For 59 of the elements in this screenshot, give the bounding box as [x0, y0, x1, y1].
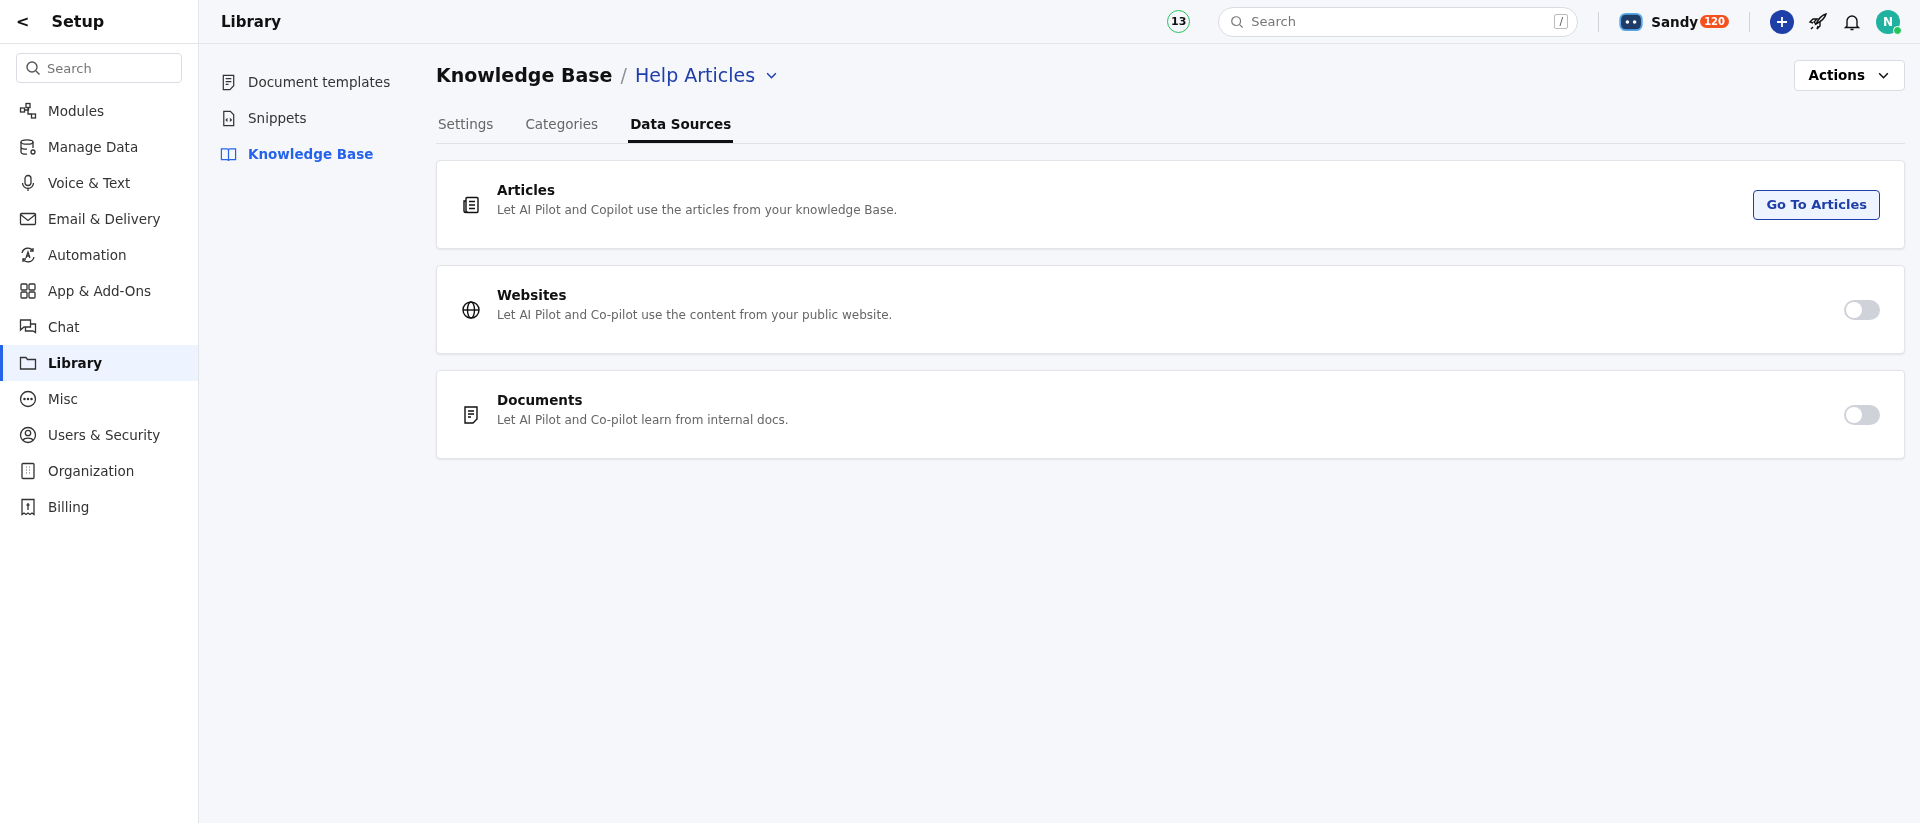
sidebar-item[interactable]: Modules: [0, 93, 198, 129]
code-file-icon: [220, 109, 237, 127]
breadcrumb-separator: /: [620, 64, 627, 86]
tab[interactable]: Data Sources: [628, 110, 734, 143]
envelope-icon: [19, 210, 37, 228]
page-title: Library: [221, 12, 282, 31]
toggle-switch[interactable]: [1844, 299, 1880, 320]
sidebar-title: Setup: [51, 12, 105, 31]
newspaper-icon: [461, 194, 481, 215]
subnav-item[interactable]: Document templates: [220, 64, 436, 100]
chat-bubbles-icon: [19, 318, 37, 336]
add-icon[interactable]: [1770, 9, 1794, 34]
cycle-icon: [19, 246, 37, 264]
building-icon: [19, 462, 37, 480]
robot-icon: [1619, 12, 1644, 31]
microphone-icon: [19, 174, 37, 192]
back-button[interactable]: <: [16, 12, 30, 31]
card-title: Documents: [497, 392, 584, 408]
document-icon: [220, 73, 237, 91]
sidebar-item[interactable]: Manage Data: [0, 129, 198, 165]
sidebar-item[interactable]: Organization: [0, 453, 198, 489]
document-icon: [461, 404, 481, 425]
ellipsis-circle-icon: [19, 390, 37, 408]
search-field[interactable]: Search: [16, 53, 182, 83]
modules-icon: [19, 102, 37, 120]
sidebar-item[interactable]: Automation: [0, 237, 198, 273]
breadcrumb-title: Knowledge Base: [436, 64, 613, 86]
sidebar-item[interactable]: Library: [0, 345, 198, 381]
notification-badge: 120: [1700, 15, 1729, 28]
rocket-icon[interactable]: [1808, 11, 1828, 32]
actions-dropdown[interactable]: Actions: [1793, 59, 1905, 91]
grid-icon: [19, 282, 37, 300]
card-description: Let AI Pilot and Copilot use the articles from your knowledge Base.: [497, 203, 899, 217]
receipt-icon: [19, 498, 37, 516]
user-name[interactable]: Sandy: [1651, 13, 1699, 30]
database-icon: [19, 138, 37, 156]
sidebar-item[interactable]: App & Add-Ons: [0, 273, 198, 309]
card-title: Websites: [497, 287, 568, 303]
user-circle-icon: [19, 426, 37, 444]
sidebar-item[interactable]: Misc: [0, 381, 198, 417]
toggle-switch[interactable]: [1844, 404, 1880, 425]
card-title: Articles: [497, 182, 556, 198]
card-description: Let AI Pilot and Co-pilot use the content from your public website.: [497, 308, 894, 322]
tab[interactable]: Categories: [523, 110, 601, 143]
go-to-articles-button[interactable]: Go To Articles: [1753, 189, 1880, 220]
sidebar-item[interactable]: Billing: [0, 489, 198, 525]
article-dropdown[interactable]: Help Articles: [634, 64, 779, 86]
sidebar-item[interactable]: Voice & Text: [0, 165, 198, 201]
subnav-item[interactable]: Snippets: [220, 100, 436, 136]
folder-icon: [19, 354, 37, 372]
sidebar-item[interactable]: Users & Security: [0, 417, 198, 453]
book-icon: [220, 145, 237, 163]
tab[interactable]: Settings: [436, 110, 496, 143]
globe-icon: [461, 299, 481, 320]
sidebar-item[interactable]: Email & Delivery: [0, 201, 198, 237]
shortcut-key: /: [1554, 13, 1569, 29]
card-description: Let AI Pilot and Co-pilot learn from internal docs.: [497, 413, 790, 427]
subnav-item[interactable]: Knowledge Base: [220, 136, 436, 172]
sidebar-item[interactable]: Chat: [0, 309, 198, 345]
